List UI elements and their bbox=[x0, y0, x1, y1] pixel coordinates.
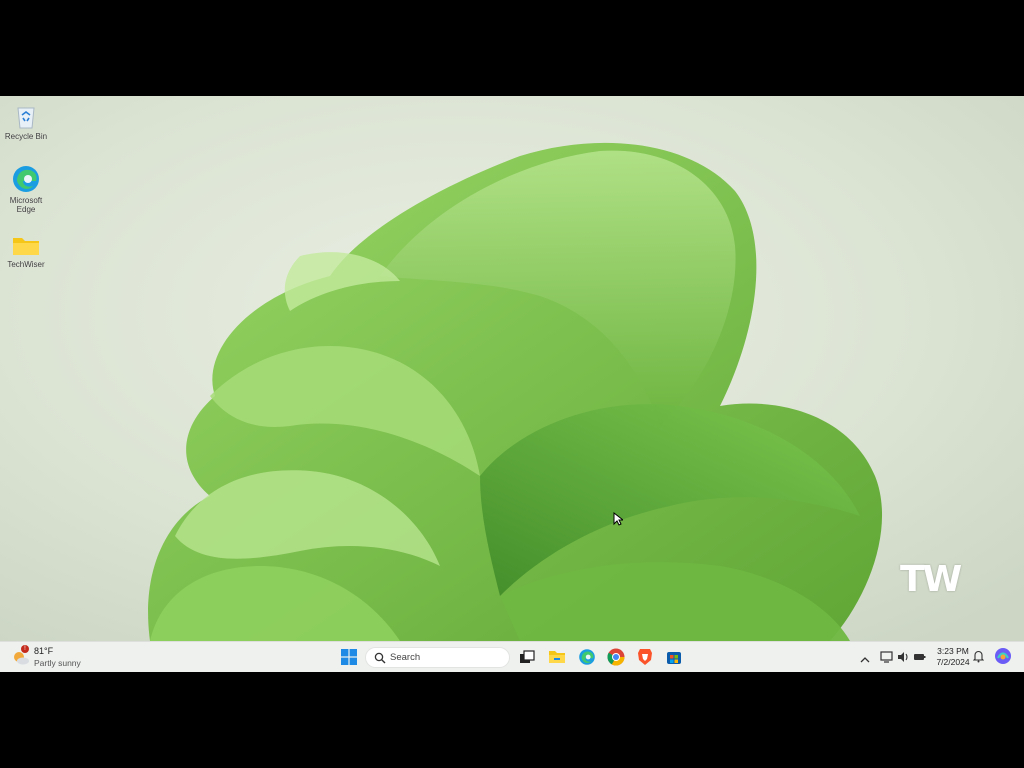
weather-widget[interactable]: ! 81°F Partly sunny bbox=[12, 645, 102, 671]
volume-icon bbox=[898, 652, 908, 662]
chevron-up-icon bbox=[860, 657, 870, 663]
volume-button[interactable] bbox=[897, 650, 910, 668]
store-icon bbox=[667, 652, 681, 664]
network-button[interactable] bbox=[880, 650, 893, 668]
mouse-cursor-icon bbox=[613, 512, 623, 526]
clock-date: 7/2/2024 bbox=[936, 657, 970, 667]
edge-icon bbox=[13, 166, 39, 192]
edge-icon bbox=[579, 649, 595, 665]
weather-alert-badge: ! bbox=[21, 645, 29, 653]
search-box[interactable]: Search bbox=[365, 647, 510, 668]
notifications-button[interactable] bbox=[972, 650, 985, 668]
desktop-icon-microsoft-edge[interactable]: Microsoft Edge bbox=[0, 164, 52, 214]
weather-condition: Partly sunny bbox=[34, 658, 81, 668]
store-taskbar-button[interactable] bbox=[662, 645, 686, 669]
chrome-icon bbox=[607, 648, 625, 666]
task-view-icon bbox=[520, 650, 535, 663]
show-hidden-icons-button[interactable] bbox=[860, 651, 870, 669]
chrome-taskbar-button[interactable] bbox=[604, 645, 628, 669]
edge-taskbar-button[interactable] bbox=[575, 645, 599, 669]
watermark-logo: TW bbox=[900, 559, 962, 600]
desktop-screen: Recycle Bin Microsoft Edge TechWiser TW … bbox=[0, 96, 1024, 672]
desktop-icon-label: Recycle Bin bbox=[4, 132, 48, 141]
copilot-icon bbox=[995, 648, 1011, 664]
file-explorer-button[interactable] bbox=[545, 645, 569, 669]
desktop-icon-techwiser[interactable]: TechWiser bbox=[0, 234, 52, 269]
task-view-button[interactable] bbox=[515, 645, 539, 669]
folder-icon bbox=[13, 238, 39, 255]
desktop-icon-recycle-bin[interactable]: Recycle Bin bbox=[0, 102, 52, 141]
battery-button[interactable] bbox=[913, 650, 926, 668]
bell-icon bbox=[972, 650, 985, 663]
desktop-icon-label: Microsoft Edge bbox=[9, 196, 43, 214]
network-icon bbox=[880, 651, 893, 663]
brave-taskbar-button[interactable] bbox=[633, 645, 657, 669]
copilot-button[interactable] bbox=[994, 647, 1012, 670]
taskbar: ! 81°F Partly sunny Search 3:23 PM 7/2/2… bbox=[0, 641, 1024, 672]
recycle-bin-icon bbox=[17, 107, 35, 129]
search-icon bbox=[374, 652, 386, 664]
battery-icon bbox=[914, 654, 926, 660]
desktop-icon-label: TechWiser bbox=[7, 260, 45, 269]
weather-temperature: 81°F bbox=[34, 646, 54, 656]
file-explorer-icon bbox=[549, 651, 565, 663]
wallpaper bbox=[0, 96, 1024, 641]
clock[interactable]: 3:23 PM 7/2/2024 bbox=[930, 646, 976, 668]
brave-icon bbox=[638, 649, 652, 665]
start-button[interactable] bbox=[337, 645, 361, 669]
clock-time: 3:23 PM bbox=[937, 646, 969, 656]
windows-logo-icon bbox=[341, 649, 357, 665]
search-placeholder: Search bbox=[390, 652, 421, 663]
